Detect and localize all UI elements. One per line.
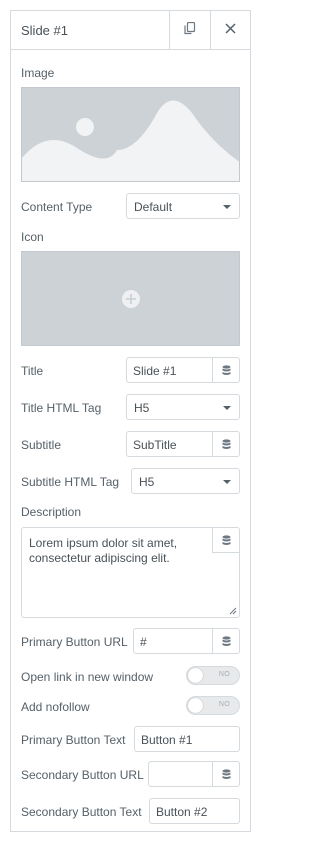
title-tag-label: Title HTML Tag	[21, 401, 102, 415]
database-icon	[222, 534, 230, 545]
database-icon	[222, 364, 230, 375]
database-icon	[222, 768, 230, 779]
resize-handle-icon[interactable]	[229, 607, 237, 615]
icon-label: Icon	[21, 230, 44, 244]
toggle-knob	[188, 668, 203, 683]
database-icon	[222, 438, 230, 449]
primary-text-input[interactable]: Button #1	[134, 726, 240, 752]
add-icon	[22, 252, 239, 345]
close-button[interactable]	[210, 11, 250, 49]
title-input[interactable]: Slide #1	[126, 357, 240, 383]
slide-settings-panel: Slide #1 Image Content Type Default Icon…	[10, 10, 251, 832]
content-type-label: Content Type	[21, 200, 93, 214]
dynamic-tags-button[interactable]	[212, 762, 239, 786]
dynamic-tags-button[interactable]	[212, 528, 239, 553]
description-label: Description	[21, 505, 82, 519]
primary-url-value: #	[140, 635, 147, 649]
chevron-down-icon	[223, 205, 231, 209]
dynamic-tags-button[interactable]	[212, 358, 239, 382]
chevron-down-icon	[223, 406, 231, 410]
chevron-down-icon	[223, 480, 231, 484]
primary-url-input[interactable]: #	[133, 628, 240, 654]
icon-picker[interactable]	[21, 251, 240, 346]
subtitle-input[interactable]: SubTitle	[126, 431, 240, 457]
duplicate-button[interactable]	[169, 11, 209, 49]
toggle-state: NO	[218, 671, 230, 678]
title-label: Title	[21, 364, 44, 378]
new-window-label: Open link in new window	[21, 670, 154, 684]
new-window-toggle[interactable]: NO	[186, 666, 240, 685]
dynamic-tags-button[interactable]	[212, 629, 239, 653]
subtitle-tag-label: Subtitle HTML Tag	[21, 475, 120, 489]
close-icon	[225, 23, 236, 37]
subtitle-tag-select[interactable]: H5	[131, 468, 240, 494]
secondary-text-label: Secondary Button Text	[21, 805, 142, 819]
content-type-select[interactable]: Default	[126, 193, 240, 219]
image-placeholder-icon	[22, 88, 239, 181]
database-icon	[222, 635, 230, 646]
primary-text-value: Button #1	[141, 733, 193, 747]
title-tag-value: H5	[134, 401, 150, 415]
nofollow-toggle[interactable]: NO	[186, 696, 240, 715]
secondary-text-input[interactable]: Button #2	[149, 798, 240, 824]
subtitle-tag-value: H5	[139, 475, 155, 489]
content-type-value: Default	[134, 200, 173, 214]
title-tag-select[interactable]: H5	[126, 394, 240, 420]
description-textarea[interactable]: Lorem ipsum dolor sit amet, consectetur …	[21, 527, 240, 618]
secondary-url-label: Secondary Button URL	[21, 768, 144, 782]
panel-header: Slide #1	[11, 11, 250, 50]
panel-title: Slide #1	[21, 23, 68, 38]
primary-url-label: Primary Button URL	[21, 635, 128, 649]
image-picker[interactable]	[21, 87, 240, 182]
secondary-url-input[interactable]	[148, 761, 240, 787]
subtitle-value: SubTitle	[133, 438, 177, 452]
nofollow-label: Add nofollow	[21, 700, 90, 714]
title-value: Slide #1	[133, 364, 177, 378]
dynamic-tags-button[interactable]	[212, 432, 239, 456]
toggle-knob	[188, 698, 203, 713]
subtitle-label: Subtitle	[21, 438, 62, 452]
primary-text-label: Primary Button Text	[21, 733, 126, 747]
description-value: Lorem ipsum dolor sit amet, consectetur …	[29, 536, 178, 565]
copy-icon	[183, 21, 196, 38]
image-label: Image	[21, 66, 55, 80]
toggle-state: NO	[218, 701, 230, 708]
secondary-text-value: Button #2	[156, 805, 208, 819]
